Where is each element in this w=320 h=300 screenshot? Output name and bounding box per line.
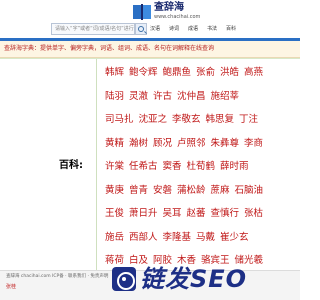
name-link[interactable]: 施岳	[105, 232, 124, 244]
search-input[interactable]: 请输入“字”或者“词/成语/名句”进行搜索	[51, 23, 135, 35]
name-link[interactable]: 薛时雨	[220, 161, 249, 173]
nav-link-shici[interactable]: 诗词	[169, 25, 179, 33]
name-link[interactable]: 卢照邻	[177, 138, 206, 150]
name-link[interactable]: 李隆基	[163, 232, 192, 244]
name-link[interactable]: 丁注	[239, 114, 258, 126]
name-link[interactable]: 李商	[244, 138, 263, 150]
name-list: 韩辉 鲍令辉 鲍鼎鱼 张俞 洪皓 高燕陆羽 灵澈 许古 沈仲昌 施绍莘司马扎 沈亚之 李敬玄 韩思复 丁注…	[97, 59, 300, 271]
name-link[interactable]: 曾青	[129, 185, 148, 197]
name-link[interactable]: 蔗麻	[211, 185, 230, 197]
name-link[interactable]: 王俊	[105, 208, 124, 220]
notice-text: 查辞海字典：提供单字、偏旁字典，词语、组词、成语、名句在词解释在线查询	[4, 45, 215, 52]
name-link[interactable]: 石脑油	[235, 185, 264, 197]
name-link[interactable]: 崔少玄	[220, 232, 249, 244]
name-link[interactable]: 蒲松龄	[177, 185, 206, 197]
search-button[interactable]	[135, 23, 147, 35]
name-link[interactable]: 陆羽	[105, 91, 124, 103]
site-logo[interactable]: 查辞海 www.chacihai.com	[132, 2, 200, 22]
name-link[interactable]: 灵澈	[129, 91, 148, 103]
footer-text: 查辞海 chacihai.com ICP备 · 联系我们 · 免责声明	[6, 274, 109, 279]
nav-link-hanyu[interactable]: 汉语	[150, 25, 160, 33]
name-link[interactable]: 窦香	[163, 161, 182, 173]
category-label: 百科:	[59, 160, 83, 171]
search-icon	[138, 26, 144, 32]
name-link[interactable]: 沈亚之	[139, 114, 168, 126]
logo-title: 查辞海	[154, 2, 184, 13]
name-link[interactable]: 西部人	[129, 232, 158, 244]
content-table: 百科: 韩辉 鲍令辉 鲍鼎鱼 张俞 洪皓 高燕陆羽 灵澈 许古 沈仲昌 施绍莘司马扎 沈亚之 李敬玄韩…	[0, 58, 300, 271]
name-link[interactable]: 黄庚	[105, 185, 124, 197]
name-link[interactable]: 张俞	[196, 67, 215, 79]
name-link[interactable]: 查慎行	[211, 208, 240, 220]
name-link[interactable]: 瀚树	[129, 138, 148, 150]
logo-url: www.chacihai.com	[154, 14, 201, 20]
nav-link-baike[interactable]: 百科	[226, 25, 236, 33]
category-cell: 百科:	[0, 59, 97, 271]
name-link[interactable]: 萧日升	[129, 208, 158, 220]
name-link[interactable]: 张枯	[244, 208, 263, 220]
name-link[interactable]: 吴耳	[163, 208, 182, 220]
watermark: 链发SEO	[112, 264, 292, 294]
name-link[interactable]: 黄精	[105, 138, 124, 150]
name-link[interactable]: 李敬玄	[172, 114, 201, 126]
name-link[interactable]: 任希古	[129, 161, 158, 173]
book-logo-icon	[133, 4, 151, 20]
name-link[interactable]: 马戴	[196, 232, 215, 244]
name-link[interactable]: 鲍鼎鱼	[163, 67, 192, 79]
name-link[interactable]: 高燕	[244, 67, 263, 79]
name-link[interactable]: 许棠	[105, 161, 124, 173]
name-link[interactable]: 许古	[153, 91, 172, 103]
name-link[interactable]: 鲍令辉	[129, 67, 158, 79]
watermark-text: 链发SEO	[140, 265, 248, 293]
watermark-logo-icon	[112, 267, 136, 291]
name-link[interactable]: 安磐	[153, 185, 172, 197]
site-header: 查辞海 www.chacihai.com 请输入“字”或者“词/成语/名句”进行…	[0, 0, 300, 38]
name-link[interactable]: 朱彝尊	[211, 138, 240, 150]
name-link[interactable]: 顾况	[153, 138, 172, 150]
footer-name-link[interactable]: 张桂	[6, 283, 16, 290]
name-link[interactable]: 韩辉	[105, 67, 124, 79]
name-link[interactable]: 施绍莘	[211, 91, 240, 103]
name-link[interactable]: 韩思复	[206, 114, 235, 126]
name-link[interactable]: 司马扎	[105, 114, 134, 126]
nav-link-shufa[interactable]: 书法	[207, 25, 217, 33]
name-link[interactable]: 沈仲昌	[177, 91, 206, 103]
name-link[interactable]: 洪皓	[220, 67, 239, 79]
top-nav: 汉语 诗词 成语 书法 百科	[150, 25, 246, 34]
name-link[interactable]: 赵蕃	[187, 208, 206, 220]
notice-banner: 查辞海字典：提供单字、偏旁字典，词语、组词、成语、名句在词解释在线查询	[0, 41, 300, 58]
name-link[interactable]: 杜荀鹤	[187, 161, 216, 173]
nav-link-chengyu[interactable]: 成语	[188, 25, 198, 33]
